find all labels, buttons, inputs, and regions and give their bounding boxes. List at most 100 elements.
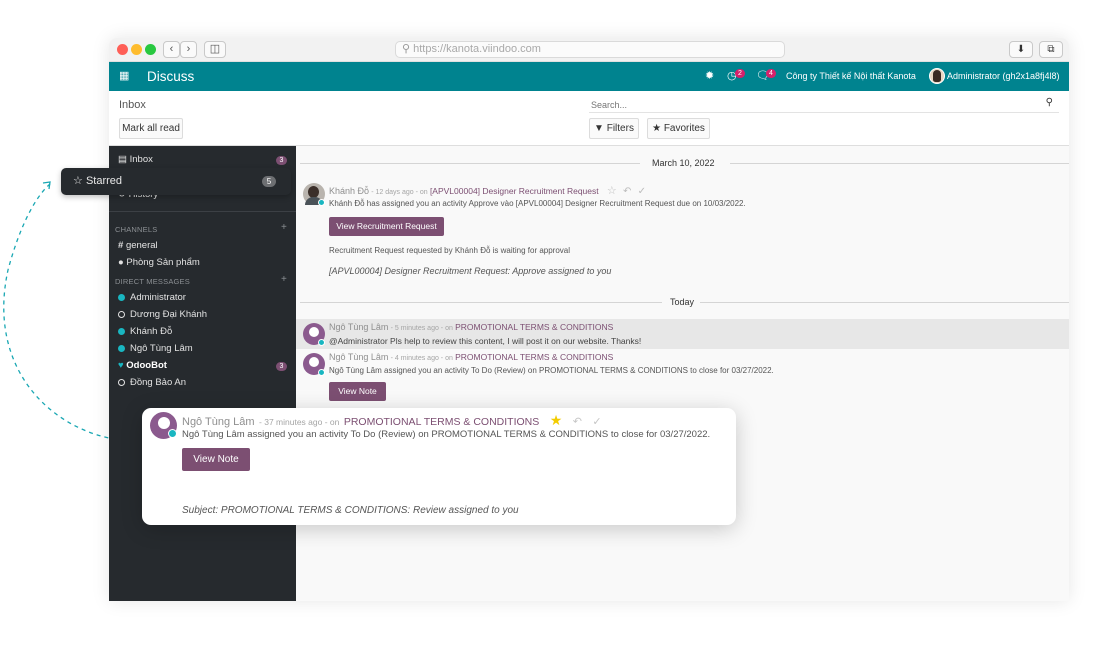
mark-done-check-icon[interactable]: ✓: [638, 186, 646, 197]
maximize-window-dot[interactable]: [145, 44, 156, 55]
sidebar-dm-duong-dai-khanh[interactable]: Dương Đại Khánh: [118, 307, 207, 323]
record-link[interactable]: PROMOTIONAL TERMS & CONDITIONS: [455, 352, 613, 362]
reply-icon[interactable]: ↶: [573, 416, 582, 428]
zoomed-message-card: Ngô Tùng Lâm - 37 minutes ago - on PROMO…: [142, 408, 736, 525]
user-menu[interactable]: Administrator (gh2x1a8fj4l8): [947, 62, 1060, 91]
message-thread: March 10, 2022 Khánh Đỗ - 12 days ago - …: [296, 146, 1069, 601]
mark-all-read-button[interactable]: Mark all read: [119, 118, 183, 139]
mark-done-check-icon[interactable]: ✓: [592, 416, 601, 428]
minimize-window-dot[interactable]: [131, 44, 142, 55]
debug-bug-icon[interactable]: ✹: [705, 62, 714, 91]
sidebar-dm-odoobot[interactable]: ♥ OdooBot: [118, 358, 167, 374]
message-body: @Administrator Pls help to review this c…: [329, 336, 642, 346]
online-status-icon: [318, 199, 325, 206]
favorites-star-icon: ★: [652, 123, 662, 134]
view-recruitment-request-button[interactable]: View Recruitment Request: [329, 217, 444, 236]
heart-icon: ♥: [118, 360, 124, 371]
sidebar-dm-administrator[interactable]: Administrator: [118, 290, 186, 306]
message-meta: - 4 minutes ago - on: [390, 355, 453, 362]
control-panel: Inbox Mark all read ⚲ ▼ Filters ★ Favori…: [109, 91, 1069, 146]
dm-label: Dương Đại Khánh: [130, 309, 208, 320]
separator-line: [700, 302, 1069, 303]
message-author[interactable]: Ngô Tùng Lâm: [182, 416, 255, 428]
channel-label: Phòng Sản phẩm: [126, 257, 200, 268]
message: Ngô Tùng Lâm - 5 minutes ago - on PROMOT…: [296, 319, 1069, 349]
message-subject: Subject: PROMOTIONAL TERMS & CONDITIONS:…: [182, 505, 519, 516]
download-icon[interactable]: ⬇: [1009, 41, 1033, 58]
sidebar-item-label: Inbox: [129, 154, 153, 165]
dm-label: Khánh Đỗ: [130, 326, 173, 337]
starred-count-badge: 5: [262, 176, 276, 187]
view-note-button[interactable]: View Note: [182, 448, 250, 471]
star-filled-icon[interactable]: ★: [550, 412, 563, 428]
message-count-badge: 4: [766, 69, 776, 78]
channels-header: CHANNELS: [115, 225, 158, 234]
inbox-count-badge: 3: [276, 156, 287, 165]
close-window-dot[interactable]: [117, 44, 128, 55]
message-meta: - 5 minutes ago - on: [390, 325, 453, 332]
activity-count-badge: 2: [735, 69, 745, 78]
url-text: https://kanota.viindoo.com: [413, 43, 541, 55]
starred-callout[interactable]: ☆ Starred 5: [61, 168, 291, 195]
message-header: Ngô Tùng Lâm - 4 minutes ago - on PROMOT…: [329, 352, 613, 362]
star-outline-icon: ☆: [73, 175, 83, 187]
inbox-tray-icon: ▤: [118, 154, 127, 165]
sidebar-divider: [109, 211, 296, 212]
search-icon[interactable]: ⚲: [1046, 97, 1053, 108]
separator-line: [300, 163, 640, 164]
date-separator: March 10, 2022: [296, 157, 1069, 169]
view-note-button[interactable]: View Note: [329, 382, 386, 401]
record-link[interactable]: PROMOTIONAL TERMS & CONDITIONS: [344, 416, 539, 428]
online-status-icon: [318, 339, 325, 346]
message-author[interactable]: Ngô Tùng Lâm: [329, 352, 388, 362]
separator-line: [730, 163, 1069, 164]
online-status-icon: [118, 294, 125, 301]
browser-toolbar: ‹ › ◫ ⚲ https://kanota.viindoo.com ⬇ ⧉: [109, 38, 1069, 62]
search-bar: ⚲: [589, 97, 1059, 113]
sidebar-channel-phong-san-pham[interactable]: ● Phòng Sản phẩm: [118, 255, 200, 271]
add-channel-plus-icon[interactable]: +: [281, 222, 287, 233]
favorites-button[interactable]: ★ Favorites: [647, 118, 710, 139]
message-note: Recruitment Request requested by Khánh Đ…: [329, 246, 571, 255]
breadcrumb: Inbox: [119, 99, 146, 111]
search-input[interactable]: [591, 98, 1021, 112]
sidebar-dm-khanh-do[interactable]: Khánh Đỗ: [118, 324, 172, 340]
apps-menu-icon[interactable]: ▦: [119, 62, 129, 91]
record-link[interactable]: [APVL00004] Designer Recruitment Request: [430, 186, 599, 196]
forward-button[interactable]: ›: [180, 41, 197, 58]
reply-icon[interactable]: ↶: [623, 186, 631, 197]
sidebar-item-inbox[interactable]: ▤ Inbox: [118, 152, 153, 168]
top-navbar: ▦ Discuss ✹ ◷ 2 🗨 4 Công ty Thiết kế Nội…: [109, 62, 1069, 91]
message-body: Ngô Tùng Lâm assigned you an activity To…: [182, 429, 711, 440]
sidebar-dm-ngo-tung-lam[interactable]: Ngô Tùng Lâm: [118, 341, 193, 357]
filters-button[interactable]: ▼ Filters: [589, 118, 639, 139]
back-button[interactable]: ‹: [163, 41, 180, 58]
online-status-icon: [168, 429, 177, 438]
sidebar-dm-dong-bao-an[interactable]: Đồng Bảo An: [118, 375, 186, 391]
filters-label: Filters: [606, 123, 634, 134]
hashtag-icon: #: [118, 240, 124, 251]
search-icon: ⚲: [402, 43, 411, 55]
company-switcher[interactable]: Công ty Thiết kế Nội thất Kanota: [786, 62, 916, 91]
user-avatar[interactable]: [929, 68, 945, 84]
message: Ngô Tùng Lâm - 4 minutes ago - on PROMOT…: [296, 349, 1069, 409]
tabs-icon[interactable]: ⧉: [1039, 41, 1063, 58]
sidebar-channel-general[interactable]: # general: [118, 238, 158, 254]
online-status-icon: [118, 345, 125, 352]
dm-label: Ngô Tùng Lâm: [130, 343, 193, 354]
avatar-silhouette-head: [309, 357, 319, 367]
message-body: Ngô Tùng Lâm assigned you an activity To…: [329, 366, 774, 375]
online-status-icon: [318, 369, 325, 376]
separator-line: [300, 302, 662, 303]
message-author[interactable]: Ngô Tùng Lâm: [329, 322, 388, 332]
add-direct-message-plus-icon[interactable]: +: [281, 274, 287, 285]
app-title[interactable]: Discuss: [147, 62, 194, 91]
message-meta: - 12 days ago - on: [371, 189, 428, 196]
sidebar-toggle-icon[interactable]: ◫: [204, 41, 226, 58]
record-link[interactable]: PROMOTIONAL TERMS & CONDITIONS: [455, 322, 613, 332]
message-author[interactable]: Khánh Đỗ: [329, 186, 369, 196]
avatar-hair: [933, 70, 941, 82]
address-bar[interactable]: ⚲ https://kanota.viindoo.com: [395, 41, 785, 58]
avatar-silhouette-head: [309, 327, 319, 337]
star-icon[interactable]: ☆: [607, 185, 617, 197]
